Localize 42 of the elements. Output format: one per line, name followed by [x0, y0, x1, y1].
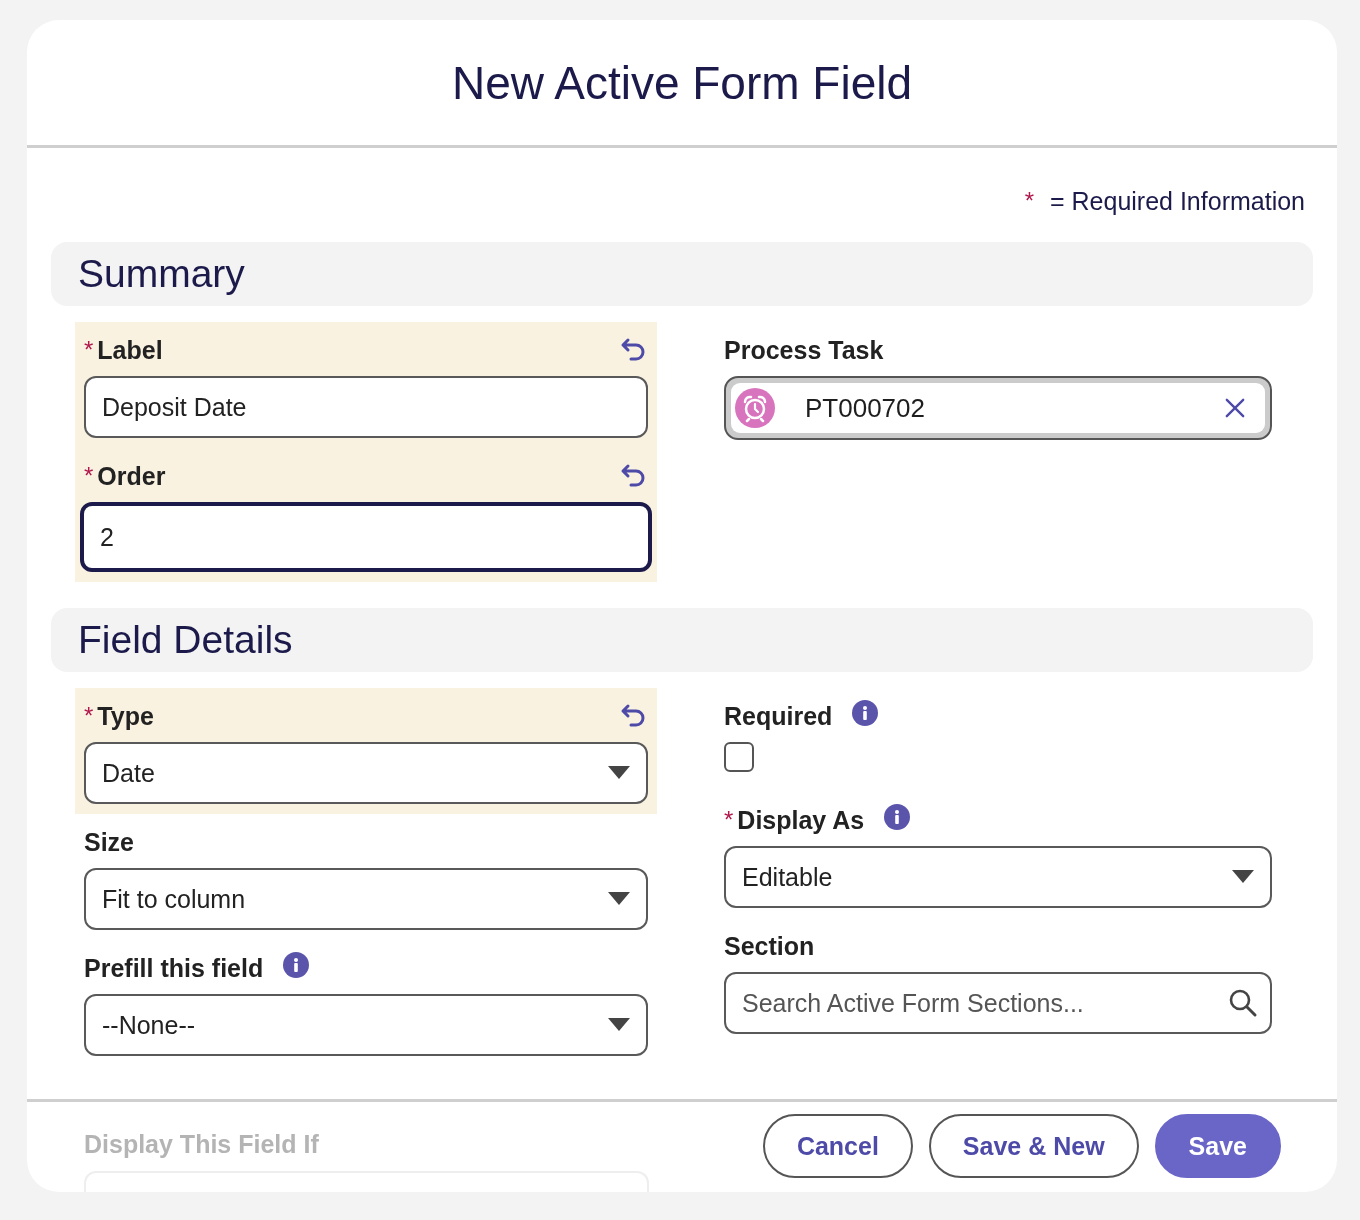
caret-icon: [608, 892, 630, 906]
text-input[interactable]: 2: [80, 502, 652, 572]
field-label: Label: [97, 335, 163, 365]
info-icon[interactable]: [283, 952, 310, 978]
field-label: Display This Field If: [84, 1130, 320, 1159]
footer-button[interactable]: Save & New: [928, 1114, 1139, 1178]
alarm-clock-icon: [735, 388, 775, 428]
field-label: Size: [84, 827, 135, 857]
field-label: Type: [97, 701, 154, 731]
info-icon[interactable]: [884, 804, 911, 830]
field-label: Display As: [737, 805, 865, 835]
field-label: Process Task: [724, 335, 884, 365]
footer-button[interactable]: Cancel: [762, 1114, 913, 1178]
dropdown-select[interactable]: --None--: [84, 994, 648, 1056]
caret-icon: [608, 1018, 630, 1032]
lookup-value: PT000702: [805, 392, 926, 424]
info-icon[interactable]: [852, 700, 879, 726]
checkbox[interactable]: [724, 742, 754, 772]
required-marker: *: [84, 336, 94, 364]
save-button[interactable]: Save: [1154, 1114, 1281, 1178]
field-label: Prefill this field: [84, 953, 264, 983]
required-marker: *: [724, 806, 734, 834]
clear-icon[interactable]: [1225, 398, 1245, 418]
text-input[interactable]: Deposit Date: [84, 376, 648, 438]
section-title: Field Details: [78, 618, 293, 662]
caret-icon: [1232, 870, 1254, 884]
dropdown-select[interactable]: Editable: [724, 846, 1272, 908]
dropdown-select[interactable]: Fit to column: [84, 868, 648, 930]
required-note: = Required Information: [1050, 186, 1305, 216]
dropdown-select[interactable]: Date: [84, 742, 648, 804]
field-label: Order: [97, 461, 166, 491]
field-label: Required: [724, 701, 833, 731]
lookup-field[interactable]: PT000702: [724, 376, 1272, 440]
required-marker: *: [84, 702, 94, 730]
dialog-title: New Active Form Field: [451, 55, 913, 110]
search-icon: [1228, 988, 1258, 1018]
search-field[interactable]: Search Active Form Sections...: [724, 972, 1272, 1034]
caret-icon: [608, 766, 630, 780]
required-marker: *: [1024, 187, 1034, 215]
section-title: Summary: [78, 252, 245, 296]
required-marker: *: [84, 462, 94, 490]
field-label: Section: [724, 931, 815, 961]
